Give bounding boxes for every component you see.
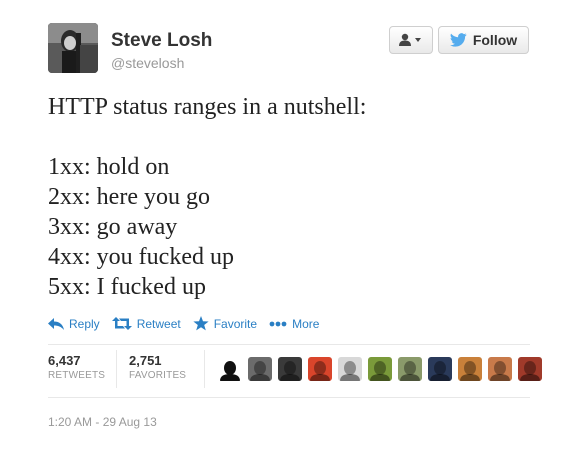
favoriter-avatar-4[interactable] xyxy=(308,357,332,381)
follow-button[interactable]: Follow xyxy=(438,26,529,54)
favoriter-avatar-10[interactable] xyxy=(488,357,512,381)
author-avatar[interactable] xyxy=(48,23,98,73)
retweets-label: RETWEETS xyxy=(48,370,106,381)
tweet-line: 3xx: go away xyxy=(48,214,178,240)
stat-separator xyxy=(204,350,205,388)
tweet-line: HTTP status ranges in a nutshell: xyxy=(48,94,367,120)
more-label: More xyxy=(292,316,320,331)
favoriter-avatar-9[interactable] xyxy=(458,357,482,381)
stat-separator xyxy=(116,350,117,388)
retweets-stat[interactable]: 6,437 RETWEETS xyxy=(48,353,105,383)
favoriter-avatar-1[interactable] xyxy=(218,357,242,381)
favoriter-avatar-2[interactable] xyxy=(248,357,272,381)
author-handle[interactable]: @stevelosh xyxy=(111,55,184,72)
tweet-line: 4xx: you fucked up xyxy=(48,244,234,270)
reply-icon xyxy=(48,317,69,330)
retweet-action[interactable]: Retweet xyxy=(111,316,181,331)
favoriter-avatar-5[interactable] xyxy=(338,357,362,381)
tweet-line: 5xx: I fucked up xyxy=(48,274,206,300)
follow-label: Follow xyxy=(472,32,518,48)
favoriter-avatar-3[interactable] xyxy=(278,357,302,381)
favoriter-avatar-7[interactable] xyxy=(398,357,422,381)
favoriter-avatar-6[interactable] xyxy=(368,357,392,381)
divider-bottom xyxy=(48,397,530,398)
more-dots-icon xyxy=(269,321,292,327)
tweet-line: 2xx: here you go xyxy=(48,184,210,210)
tweet-line: 1xx: hold on xyxy=(48,154,170,180)
author-name[interactable]: Steve Losh xyxy=(111,30,212,52)
favoriters-avatars xyxy=(218,357,548,381)
reply-action[interactable]: Reply xyxy=(48,317,100,331)
tweet-text: HTTP status ranges in a nutshell: 1xx: h… xyxy=(48,92,548,302)
favorite-action[interactable]: Favorite xyxy=(193,316,257,331)
tweet-actions: Reply Retweet Favorite More xyxy=(48,316,331,331)
star-icon xyxy=(193,316,214,331)
user-dropdown-icon xyxy=(398,33,424,47)
retweets-count: 6,437 xyxy=(48,353,81,368)
more-action[interactable]: More xyxy=(269,317,319,331)
favoriter-avatar-11[interactable] xyxy=(518,357,542,381)
user-actions-button[interactable] xyxy=(389,26,433,54)
favorites-count: 2,751 xyxy=(129,353,162,368)
reply-label: Reply xyxy=(69,316,100,331)
favorites-stat[interactable]: 2,751 FAVORITES xyxy=(129,353,186,383)
favorites-label: FAVORITES xyxy=(129,370,187,381)
retweet-label: Retweet xyxy=(136,316,181,331)
tweet-timestamp[interactable]: 1:20 AM - 29 Aug 13 xyxy=(48,415,157,429)
favoriter-avatar-8[interactable] xyxy=(428,357,452,381)
retweet-icon xyxy=(111,317,137,330)
favorite-label: Favorite xyxy=(213,316,258,331)
twitter-bird-icon xyxy=(449,33,467,47)
divider-top xyxy=(48,344,530,345)
